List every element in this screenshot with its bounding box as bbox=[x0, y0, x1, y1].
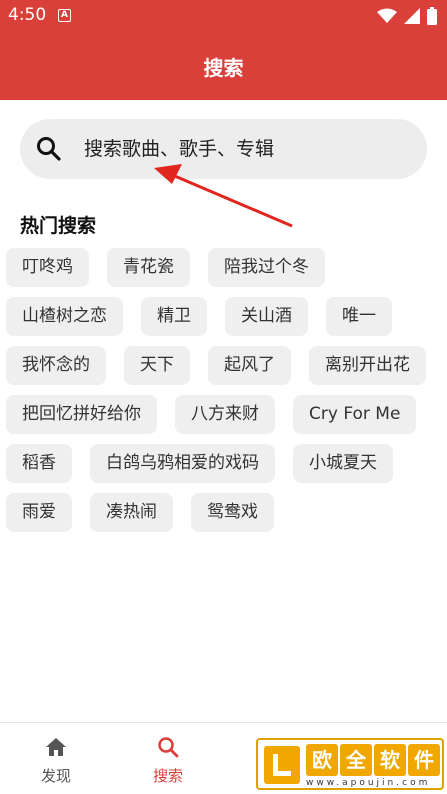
hot-search-tag[interactable]: 小城夏天 bbox=[293, 444, 393, 483]
search-icon bbox=[37, 137, 61, 161]
nav-label: 搜索 bbox=[152, 767, 183, 785]
page-title: 搜索 bbox=[203, 56, 244, 80]
hot-search-tag[interactable]: Cry For Me bbox=[293, 395, 417, 434]
notification-icon: A bbox=[58, 9, 71, 22]
tag-row: 把回忆拼好给你 八方来财 Cry For Me bbox=[6, 395, 436, 434]
status-icons bbox=[377, 6, 437, 26]
nav-label: 发现 bbox=[40, 767, 71, 785]
hot-search-tag[interactable]: 凑热闹 bbox=[90, 493, 173, 532]
battery-icon bbox=[427, 7, 437, 25]
hot-search-tag[interactable]: 天下 bbox=[124, 346, 190, 385]
tag-row: 我怀念的 天下 起风了 离别开出花 bbox=[6, 346, 436, 385]
hot-search-tag[interactable]: 鸳鸯戏 bbox=[191, 493, 274, 532]
hot-search-tag[interactable]: 离别开出花 bbox=[309, 346, 426, 385]
watermark-chars: 欧全软件 bbox=[306, 744, 440, 776]
tag-row: 叮咚鸡 青花瓷 陪我过个冬 bbox=[6, 248, 436, 287]
hot-search-tag[interactable]: 我怀念的 bbox=[6, 346, 106, 385]
hot-search-tag[interactable]: 八方来财 bbox=[175, 395, 275, 434]
status-bar: 4:50 A bbox=[0, 0, 447, 32]
hot-search-tag[interactable]: 关山酒 bbox=[225, 297, 308, 336]
hot-search-tag[interactable]: 白鸽乌鸦相爱的戏码 bbox=[90, 444, 275, 483]
watermark-url: www.apoujin.com bbox=[306, 778, 431, 788]
hot-search-tag[interactable]: 把回忆拼好给你 bbox=[6, 395, 157, 434]
watermark-logo: 欧全软件 www.apoujin.com bbox=[256, 738, 444, 790]
watermark-mark bbox=[264, 746, 300, 784]
hot-search-tag[interactable]: 叮咚鸡 bbox=[6, 248, 89, 287]
hot-search-tag[interactable]: 起风了 bbox=[208, 346, 291, 385]
hot-search-tag[interactable]: 雨爱 bbox=[6, 493, 72, 532]
nav-item-search[interactable]: 搜索 bbox=[112, 723, 224, 794]
tag-row: 山楂树之恋 精卫 关山酒 唯一 bbox=[6, 297, 436, 336]
hot-search-tag[interactable]: 唯一 bbox=[326, 297, 392, 336]
hot-search-title: 热门搜索 bbox=[20, 215, 97, 237]
hot-search-tag[interactable]: 稻香 bbox=[6, 444, 72, 483]
hot-search-tag[interactable]: 陪我过个冬 bbox=[208, 248, 325, 287]
status-time: 4:50 bbox=[8, 5, 47, 25]
signal-icon bbox=[404, 8, 420, 24]
hot-search-tag[interactable]: 精卫 bbox=[141, 297, 207, 336]
tag-row: 雨爱 凑热闹 鸳鸯戏 bbox=[6, 493, 436, 532]
search-icon bbox=[158, 737, 179, 758]
wifi-icon bbox=[377, 8, 397, 23]
hot-search-tag[interactable]: 青花瓷 bbox=[107, 248, 190, 287]
hot-search-tags: 叮咚鸡 青花瓷 陪我过个冬 山楂树之恋 精卫 关山酒 唯一 我怀念的 天下 起风… bbox=[6, 248, 436, 532]
nav-item-discover[interactable]: 发现 bbox=[0, 723, 112, 794]
hot-search-tag[interactable]: 山楂树之恋 bbox=[6, 297, 123, 336]
home-icon bbox=[46, 738, 66, 756]
app-header: 4:50 A 搜索 bbox=[0, 0, 447, 100]
annotation-arrow bbox=[154, 164, 293, 228]
tag-row: 稻香 白鸽乌鸦相爱的戏码 小城夏天 bbox=[6, 444, 436, 483]
